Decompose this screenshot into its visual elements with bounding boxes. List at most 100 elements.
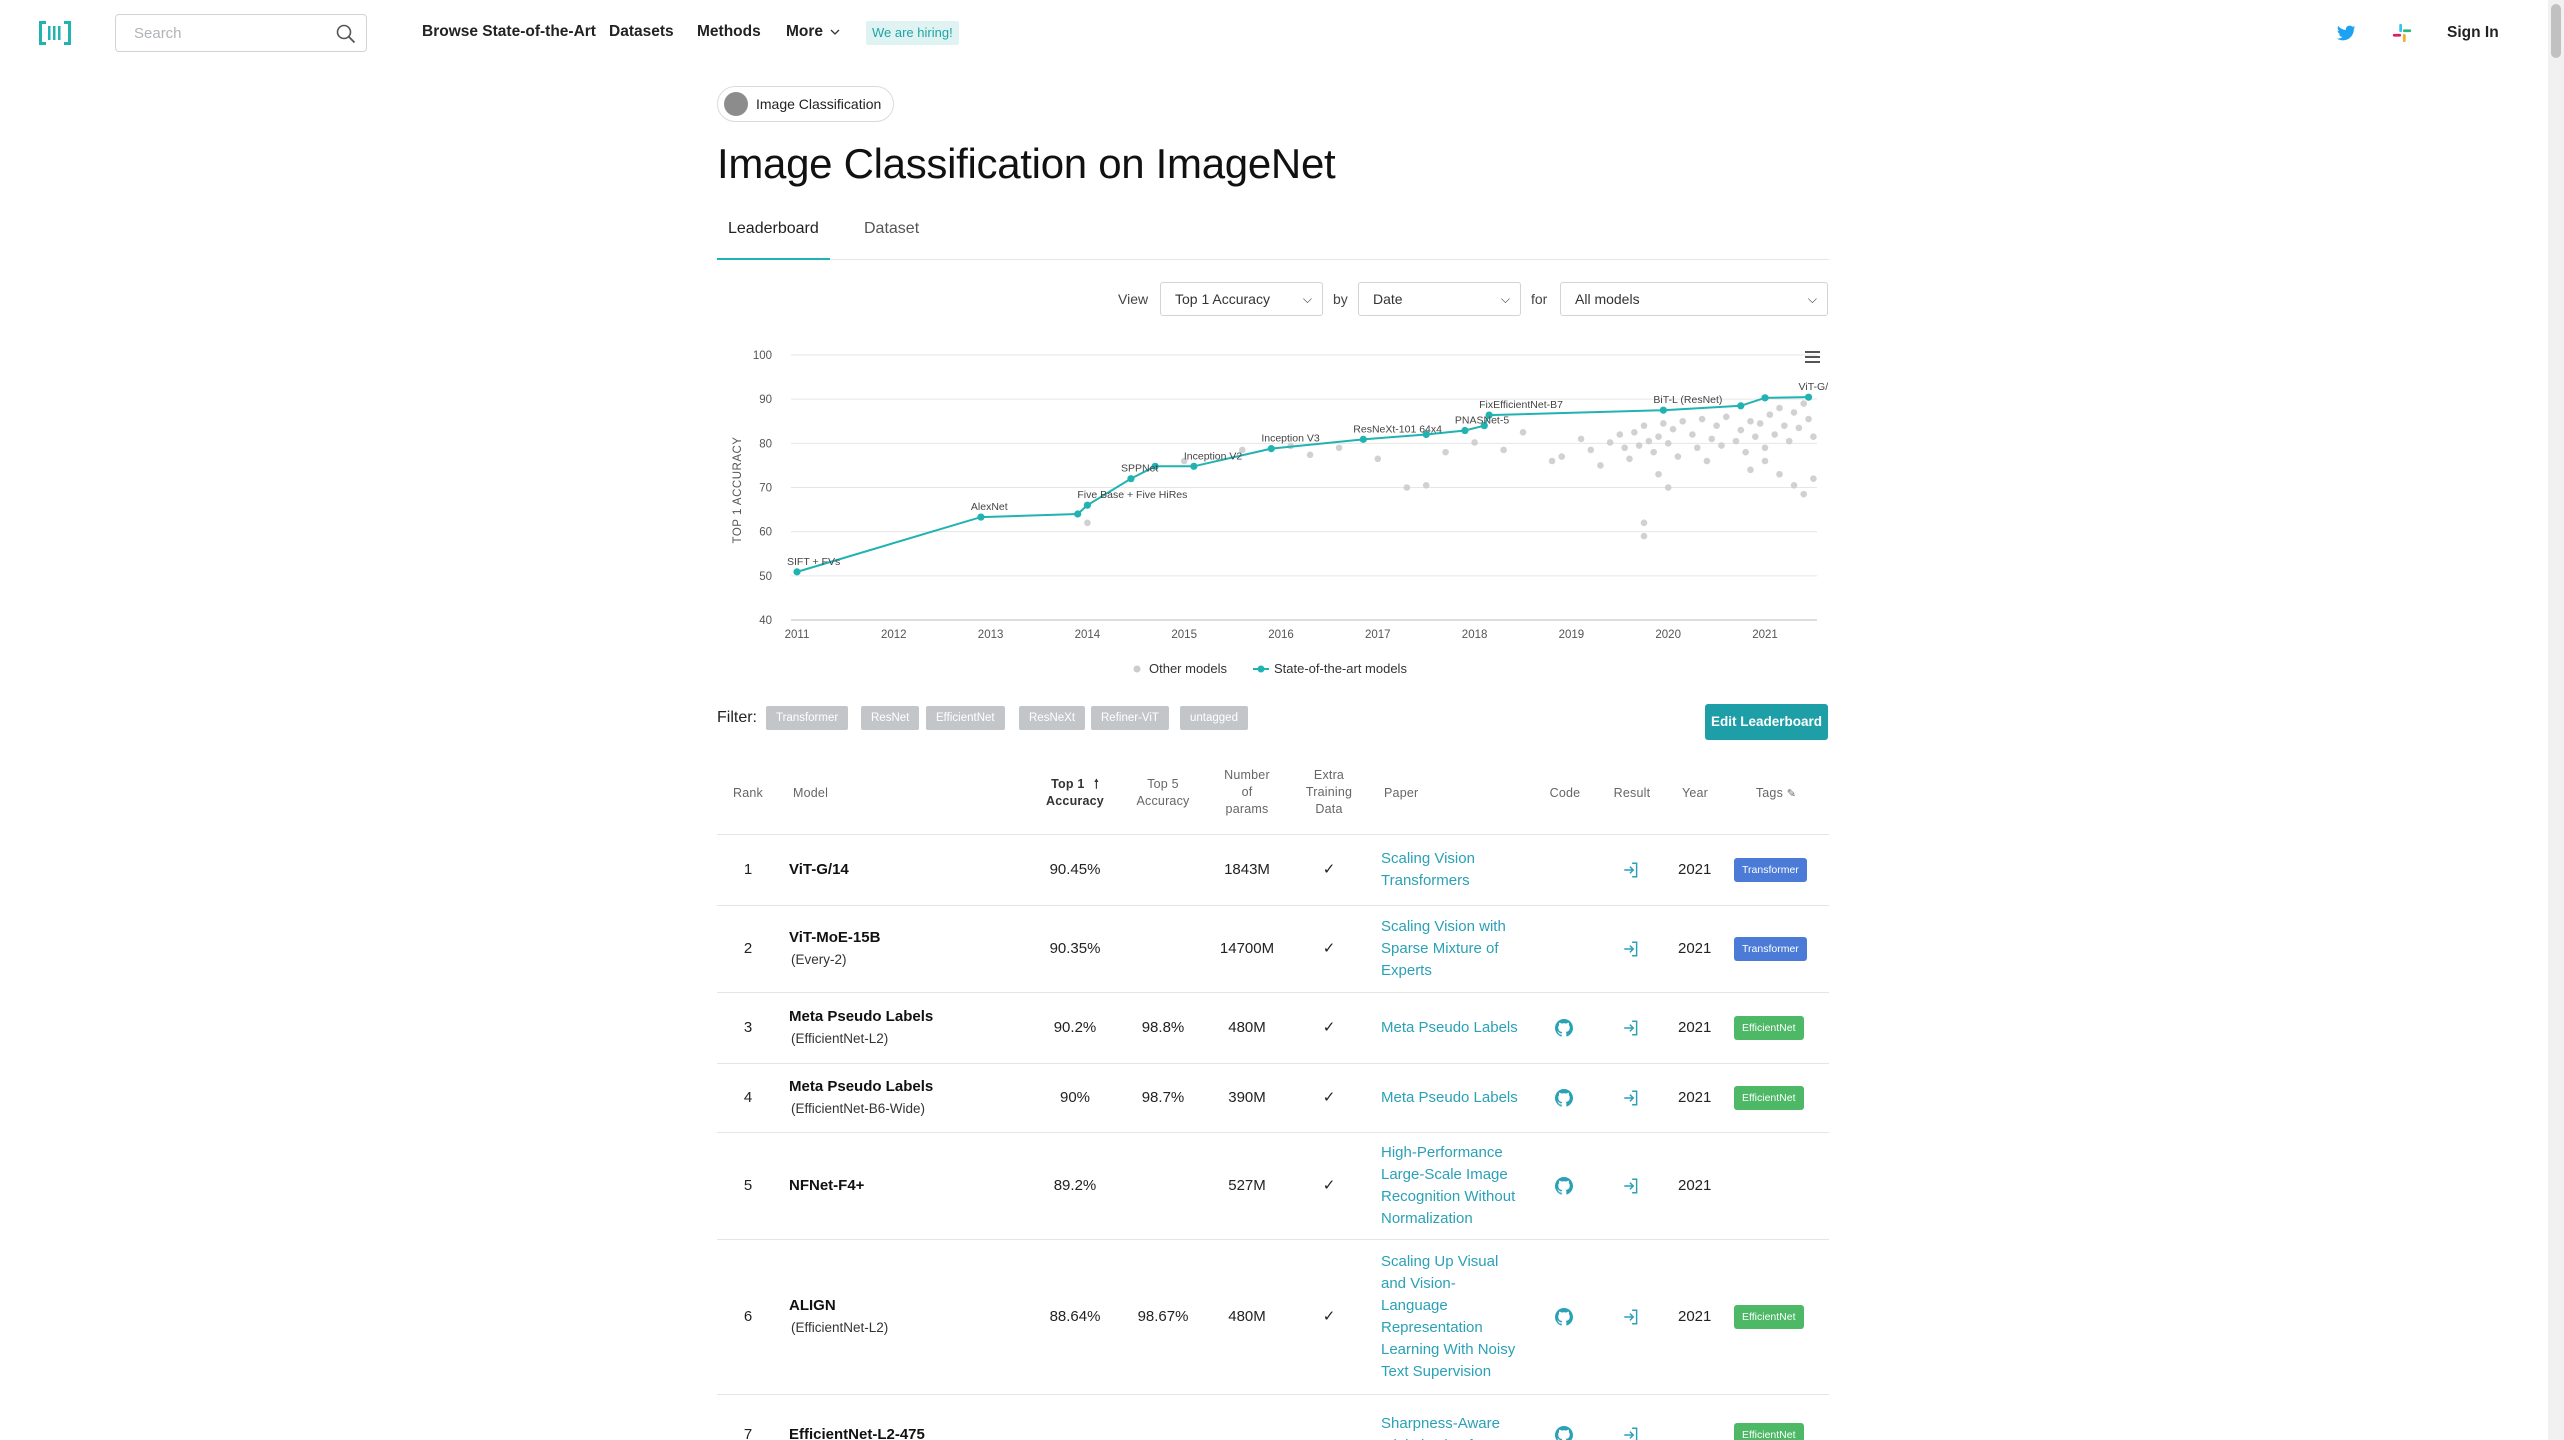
chart-other-model-point[interactable] bbox=[1810, 475, 1817, 482]
chart-sota-point[interactable] bbox=[1761, 394, 1769, 402]
chart-other-model-point[interactable] bbox=[1766, 411, 1774, 418]
tab-leaderboard[interactable]: Leaderboard bbox=[717, 220, 830, 260]
chart-sota-point[interactable] bbox=[1804, 393, 1813, 401]
row-tag-badge[interactable]: EfficientNet bbox=[1734, 1305, 1804, 1329]
chart-sota-point[interactable] bbox=[1659, 406, 1667, 414]
chart-other-model-point[interactable] bbox=[1713, 422, 1720, 429]
slack-icon[interactable] bbox=[2391, 22, 2413, 44]
twitter-icon[interactable] bbox=[2335, 22, 2357, 44]
result-link-icon[interactable] bbox=[1622, 1426, 1640, 1440]
chart-other-model-point[interactable] bbox=[1374, 455, 1382, 463]
chart-other-model-point[interactable] bbox=[1597, 462, 1604, 469]
chart-other-model-point[interactable] bbox=[1084, 519, 1091, 527]
chart-other-model-point[interactable] bbox=[1785, 437, 1793, 445]
chart-other-model-point[interactable] bbox=[1693, 444, 1701, 452]
chart-other-model-point[interactable] bbox=[1756, 420, 1764, 427]
chart-sota-point[interactable] bbox=[1083, 501, 1091, 509]
chart-other-model-point[interactable] bbox=[1548, 457, 1556, 465]
xaxis-select[interactable]: Date ⌵ bbox=[1358, 282, 1521, 316]
row-model-name[interactable]: Meta Pseudo Labels bbox=[789, 1008, 933, 1025]
chart-sota-point[interactable] bbox=[1737, 402, 1745, 410]
chart-other-model-point[interactable] bbox=[1790, 409, 1798, 416]
col-header-model[interactable]: Model bbox=[793, 785, 833, 802]
nav-more[interactable]: More bbox=[786, 23, 840, 41]
row-paper-link[interactable]: Scaling Up Visual and Vision- Language Repr… bbox=[1381, 1251, 1541, 1383]
chart-other-model-point[interactable] bbox=[1635, 442, 1643, 449]
chart-other-model-point[interactable] bbox=[1747, 417, 1754, 425]
result-link-icon[interactable] bbox=[1622, 861, 1640, 879]
row-paper-link[interactable]: Meta Pseudo Labels bbox=[1381, 1087, 1541, 1109]
chart-other-model-point[interactable] bbox=[1752, 433, 1759, 441]
chart-other-model-point[interactable] bbox=[1403, 484, 1411, 491]
legend-sota-label[interactable]: State-of-the-art models bbox=[1274, 661, 1407, 676]
legend-other-label[interactable]: Other models bbox=[1149, 661, 1228, 676]
chart-other-model-point[interactable] bbox=[1616, 431, 1624, 438]
chart-other-model-point[interactable] bbox=[1776, 470, 1783, 478]
chart-other-model-point[interactable] bbox=[1708, 435, 1716, 443]
github-icon[interactable] bbox=[1555, 1426, 1573, 1440]
chart-other-model-point[interactable] bbox=[1645, 437, 1653, 445]
chart-other-model-point[interactable] bbox=[1640, 519, 1648, 527]
chart-other-model-point[interactable] bbox=[1781, 422, 1788, 429]
chart-other-model-point[interactable] bbox=[1698, 415, 1706, 423]
col-header-rank[interactable]: Rank bbox=[732, 785, 764, 802]
chart-other-model-point[interactable] bbox=[1664, 440, 1672, 447]
chart-other-model-point[interactable] bbox=[1732, 437, 1740, 445]
chart-other-model-point[interactable] bbox=[1669, 425, 1677, 433]
github-icon[interactable] bbox=[1555, 1089, 1573, 1107]
chart-other-model-point[interactable] bbox=[1795, 424, 1803, 432]
chart-other-model-point[interactable] bbox=[1703, 457, 1711, 465]
row-tag-badge[interactable]: Transformer bbox=[1734, 858, 1807, 882]
chart-other-model-point[interactable] bbox=[1621, 444, 1628, 452]
chart-sota-point[interactable] bbox=[1074, 510, 1082, 518]
row-tag-badge[interactable]: EfficientNet bbox=[1734, 1086, 1804, 1110]
col-header-year[interactable]: Year bbox=[1674, 785, 1716, 802]
row-paper-link[interactable]: Sharpness-Aware Minimization for bbox=[1381, 1413, 1541, 1440]
breadcrumb-task-chip[interactable]: Image Classification bbox=[717, 86, 895, 122]
row-tag-badge[interactable]: Transformer bbox=[1734, 937, 1807, 961]
nav-methods[interactable]: Methods bbox=[697, 23, 761, 41]
chart-sota-point[interactable] bbox=[1127, 475, 1135, 483]
chart-other-model-point[interactable] bbox=[1674, 453, 1682, 460]
chart-other-model-point[interactable] bbox=[1471, 439, 1478, 446]
chart-other-model-point[interactable] bbox=[1722, 413, 1730, 421]
result-link-icon[interactable] bbox=[1622, 1177, 1640, 1195]
chart-other-model-point[interactable] bbox=[1306, 451, 1314, 459]
row-model-name[interactable]: EfficientNet-L2-475 bbox=[789, 1426, 925, 1440]
chart-other-model-point[interactable] bbox=[1631, 428, 1638, 436]
edit-tags-icon[interactable]: ✎ bbox=[1787, 788, 1796, 800]
filter-chip-transformer[interactable]: Transformer bbox=[766, 706, 849, 730]
chart-sota-point[interactable] bbox=[793, 568, 801, 576]
result-link-icon[interactable] bbox=[1622, 940, 1640, 958]
chart-other-model-point[interactable] bbox=[1335, 444, 1343, 452]
chart-other-model-point[interactable] bbox=[1737, 426, 1745, 434]
github-icon[interactable] bbox=[1555, 1019, 1573, 1037]
chart-other-model-point[interactable] bbox=[1810, 433, 1817, 441]
row-tag-badge[interactable]: EfficientNet bbox=[1734, 1016, 1804, 1040]
chart-other-model-point[interactable] bbox=[1640, 532, 1648, 540]
chart-other-model-point[interactable] bbox=[1577, 435, 1585, 443]
chart-sota-point[interactable] bbox=[1359, 435, 1367, 443]
chart-sota-point[interactable] bbox=[1190, 462, 1198, 470]
filter-chip-resnext[interactable]: ResNeXt bbox=[1019, 706, 1086, 730]
filter-chip-resnet[interactable]: ResNet bbox=[861, 706, 920, 730]
row-paper-link[interactable]: Scaling Vision Transformers bbox=[1381, 848, 1541, 892]
chart-other-model-point[interactable] bbox=[1655, 433, 1662, 441]
chart-other-model-point[interactable] bbox=[1664, 484, 1672, 491]
chart-other-model-point[interactable] bbox=[1800, 400, 1808, 407]
nav-datasets[interactable]: Datasets bbox=[609, 23, 674, 41]
chart-other-model-point[interactable] bbox=[1650, 448, 1657, 456]
chart-other-model-point[interactable] bbox=[1689, 431, 1696, 438]
filter-chip-refiner-vit[interactable]: Refiner-ViT bbox=[1091, 706, 1169, 730]
row-model-name[interactable]: ViT-G/14 bbox=[789, 861, 849, 878]
chart-other-model-point[interactable] bbox=[1626, 455, 1633, 463]
row-paper-link[interactable]: Meta Pseudo Labels bbox=[1381, 1017, 1541, 1039]
chart-other-model-point[interactable] bbox=[1442, 448, 1449, 456]
row-model-name[interactable]: ViT-MoE-15B bbox=[789, 929, 880, 946]
chart-other-model-point[interactable] bbox=[1640, 422, 1648, 429]
scrollbar-track[interactable] bbox=[2548, 0, 2564, 1440]
chart-other-model-point[interactable] bbox=[1761, 444, 1769, 452]
chart-other-model-point[interactable] bbox=[1587, 446, 1595, 454]
chart-sota-point[interactable] bbox=[1267, 445, 1275, 453]
chart-other-model-point[interactable] bbox=[1519, 428, 1527, 436]
